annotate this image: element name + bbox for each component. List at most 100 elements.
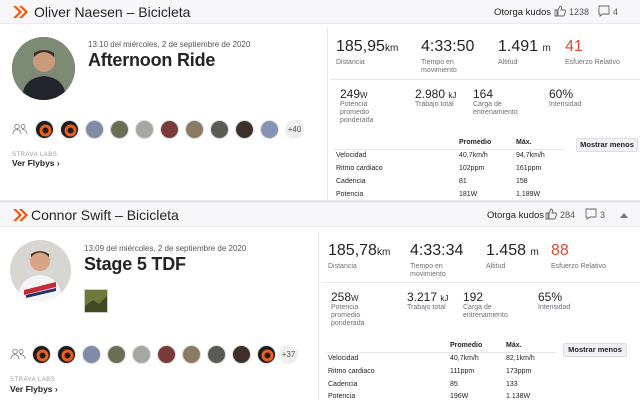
substat-intensity: 65% (538, 290, 563, 304)
substat-total-work-label: Trabajo total (415, 101, 454, 108)
activity-name[interactable]: Stage 5 TDF (84, 254, 186, 275)
kudos-count[interactable]: 1238 (569, 7, 589, 17)
table-row-label: Ritmo cardiaco (336, 165, 383, 172)
activity-header: Oliver Naesen – Bicicleta Otorga kudos 1… (0, 0, 640, 24)
stat-distance-label: Distancia (336, 59, 365, 66)
athlete-avatar-small[interactable] (210, 120, 229, 139)
divider (334, 149, 564, 150)
table-row-avg: 196W (450, 393, 469, 400)
comment-icon[interactable] (585, 208, 597, 220)
athlete-avatar-small[interactable] (135, 120, 154, 139)
stat-distance: 185,95km (336, 38, 399, 55)
divider (327, 28, 328, 200)
show-less-button[interactable]: Mostrar menos (563, 343, 627, 357)
give-kudos-button[interactable]: Otorga kudos (494, 7, 551, 18)
substat-weighted-power: 258W (331, 290, 359, 304)
substat-weighted-power: 249W (340, 87, 368, 101)
athlete-avatar-small[interactable] (110, 120, 129, 139)
substat-intensity-label: Intensidad (538, 304, 571, 311)
athlete-avatar-small[interactable] (60, 120, 79, 139)
table-row-avg: 111ppm (450, 368, 475, 375)
group-icon (12, 123, 28, 135)
table-row-label: Velocidad (336, 152, 367, 159)
give-kudos-button[interactable]: Otorga kudos (487, 210, 544, 221)
stat-moving-time: 4:33:50 (421, 38, 475, 55)
show-less-button[interactable]: Mostrar menos (576, 138, 638, 152)
table-row-avg: 102ppm (459, 165, 485, 172)
table-row-label: Potencia (328, 393, 356, 400)
stat-moving-time-label: Tiempo en movimiento (421, 59, 457, 74)
substat-weighted-power-label: Potencia promedio ponderada (331, 304, 365, 327)
athlete-avatar-small[interactable] (260, 120, 279, 139)
table-row-max: 133 (506, 381, 518, 388)
athlete-avatar[interactable] (10, 240, 71, 301)
athlete-avatar-small[interactable] (35, 120, 54, 139)
thumbs-up-icon[interactable] (554, 5, 566, 17)
table-row-label: Cadencia (336, 178, 366, 185)
table-row-label: Ritmo cardiaco (328, 368, 375, 375)
activity-date: 13:09 del miércoles, 2 de septiembre de … (84, 244, 247, 253)
activity-title[interactable]: Connor Swift – Bicicleta (31, 207, 179, 223)
kudos-count[interactable]: 284 (560, 210, 575, 220)
athlete-avatar-small[interactable] (157, 345, 176, 364)
more-athletes-count[interactable]: +40 (285, 120, 304, 139)
substat-training-load-label: Carga de entrenamiento (463, 304, 508, 319)
stat-distance: 185,78km (328, 242, 391, 259)
substat-intensity: 60% (549, 87, 574, 101)
table-row-max: 94,7km/h (516, 152, 545, 159)
thumbs-up-icon[interactable] (545, 208, 557, 220)
stat-relative-effort[interactable]: 41 (565, 38, 583, 56)
table-row-avg: 40,7km/h (450, 355, 479, 362)
activity-title[interactable]: Oliver Naesen – Bicicleta (34, 4, 190, 20)
athlete-avatar-small[interactable] (235, 120, 254, 139)
comment-count[interactable]: 3 (600, 210, 605, 220)
divider (322, 282, 640, 283)
athlete-avatar-small[interactable] (257, 345, 276, 364)
divider (330, 79, 640, 80)
athlete-avatar-small[interactable] (185, 120, 204, 139)
stat-relative-effort[interactable]: 88 (551, 242, 569, 260)
athlete-avatar-small[interactable] (182, 345, 201, 364)
athlete-avatar[interactable] (12, 37, 75, 100)
substat-total-work-label: Trabajo total (407, 304, 446, 311)
table-row-label: Cadencia (328, 381, 358, 388)
table-row-avg: 40,7km/h (459, 152, 488, 159)
athlete-avatar-small[interactable] (160, 120, 179, 139)
comment-icon[interactable] (598, 5, 610, 17)
activity-card-2: Connor Swift – Bicicleta Otorga kudos 28… (0, 203, 640, 400)
table-header-avg: Promedio (459, 139, 492, 146)
athlete-avatar-small[interactable] (107, 345, 126, 364)
table-row-avg: 181W (459, 191, 478, 198)
substat-training-load: 164 (473, 87, 494, 101)
athlete-avatar-small[interactable] (82, 345, 101, 364)
activity-photo-thumbnail[interactable] (84, 289, 108, 313)
activity-header: Connor Swift – Bicicleta Otorga kudos 28… (0, 203, 640, 227)
athlete-avatar-small[interactable] (57, 345, 76, 364)
stat-elevation-label: Altitud (486, 263, 506, 270)
athlete-avatar-small[interactable] (132, 345, 151, 364)
table-row-avg: 81 (459, 178, 467, 185)
stat-elevation: 1.491 m (498, 38, 551, 55)
table-row-avg: 85 (450, 381, 458, 388)
table-row-label: Velocidad (328, 355, 359, 362)
flyby-link[interactable]: Ver Flybys › (10, 384, 58, 394)
table-row-max: 158 (516, 178, 528, 185)
substat-training-load-label: Carga de entrenamiento (473, 101, 518, 116)
more-athletes-count[interactable]: +37 (279, 345, 298, 364)
table-row-max: 1.138W (506, 393, 531, 400)
flyby-link[interactable]: Ver Flybys › (12, 158, 60, 168)
athlete-avatar-small[interactable] (232, 345, 251, 364)
divider (318, 231, 319, 400)
activity-name[interactable]: Afternoon Ride (88, 50, 215, 71)
athlete-avatar-small[interactable] (32, 345, 51, 364)
comment-count[interactable]: 4 (613, 7, 618, 17)
table-row-max: 1.189W (516, 191, 541, 198)
stat-relative-effort-label: Esfuerzo Relativo (551, 263, 606, 270)
stat-moving-time-label: Tiempo en movimiento (410, 263, 446, 278)
collapse-caret-icon[interactable] (620, 213, 628, 218)
athlete-avatar-small[interactable] (85, 120, 104, 139)
substat-intensity-label: Intensidad (549, 101, 582, 108)
activity-date: 13:10 del miércoles, 2 de septiembre de … (88, 40, 251, 49)
athlete-avatar-small[interactable] (207, 345, 226, 364)
divider (326, 352, 556, 353)
